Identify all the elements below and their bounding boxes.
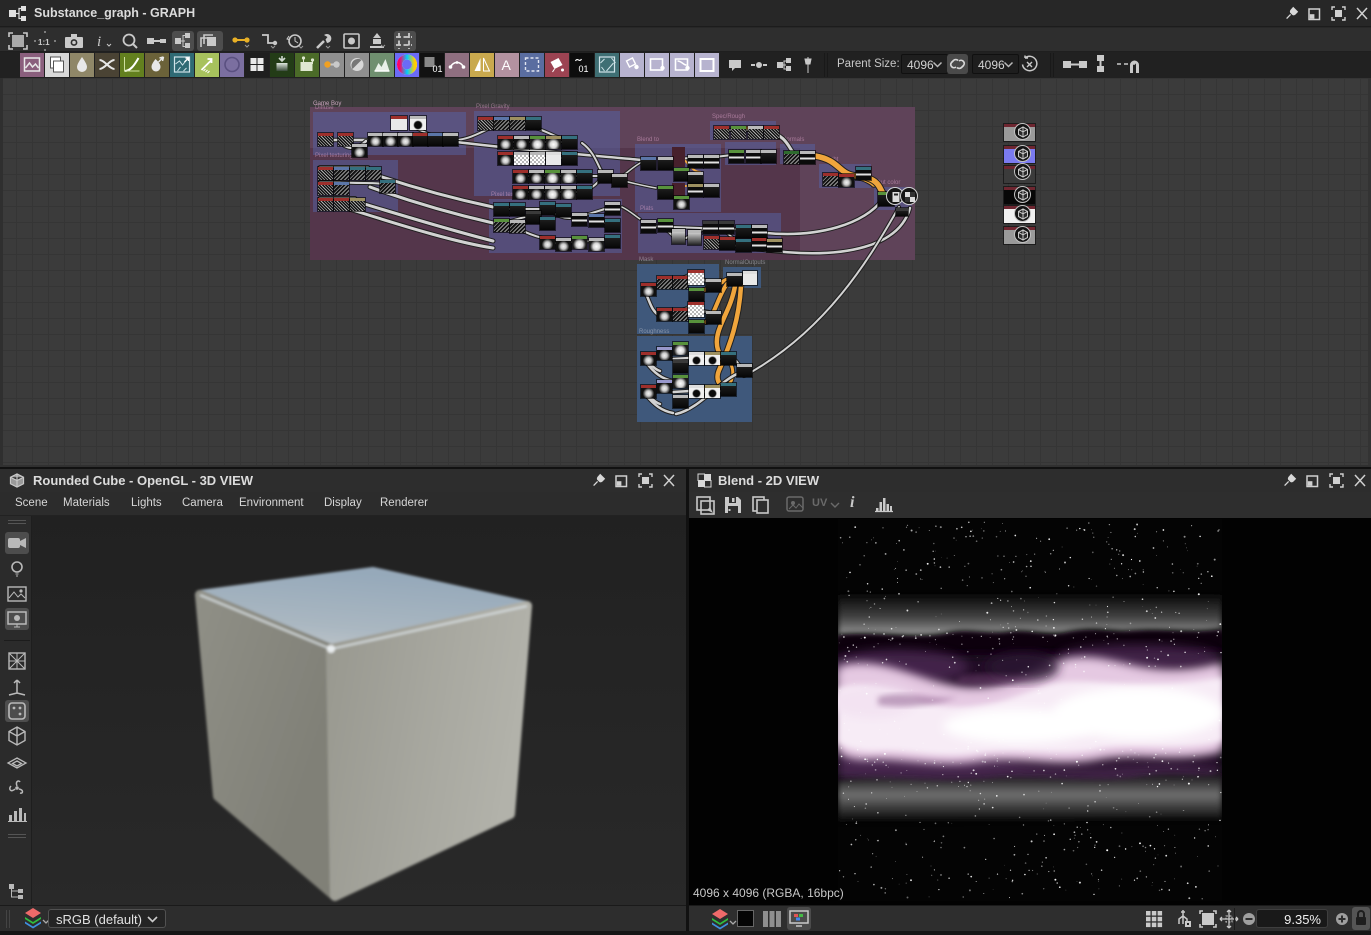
svg-text:1:1: 1:1 — [38, 38, 50, 47]
svg-text:A: A — [502, 57, 512, 73]
svg-text:i: i — [97, 34, 101, 50]
svg-text:01: 01 — [579, 64, 589, 74]
svg-text:01: 01 — [433, 64, 443, 74]
